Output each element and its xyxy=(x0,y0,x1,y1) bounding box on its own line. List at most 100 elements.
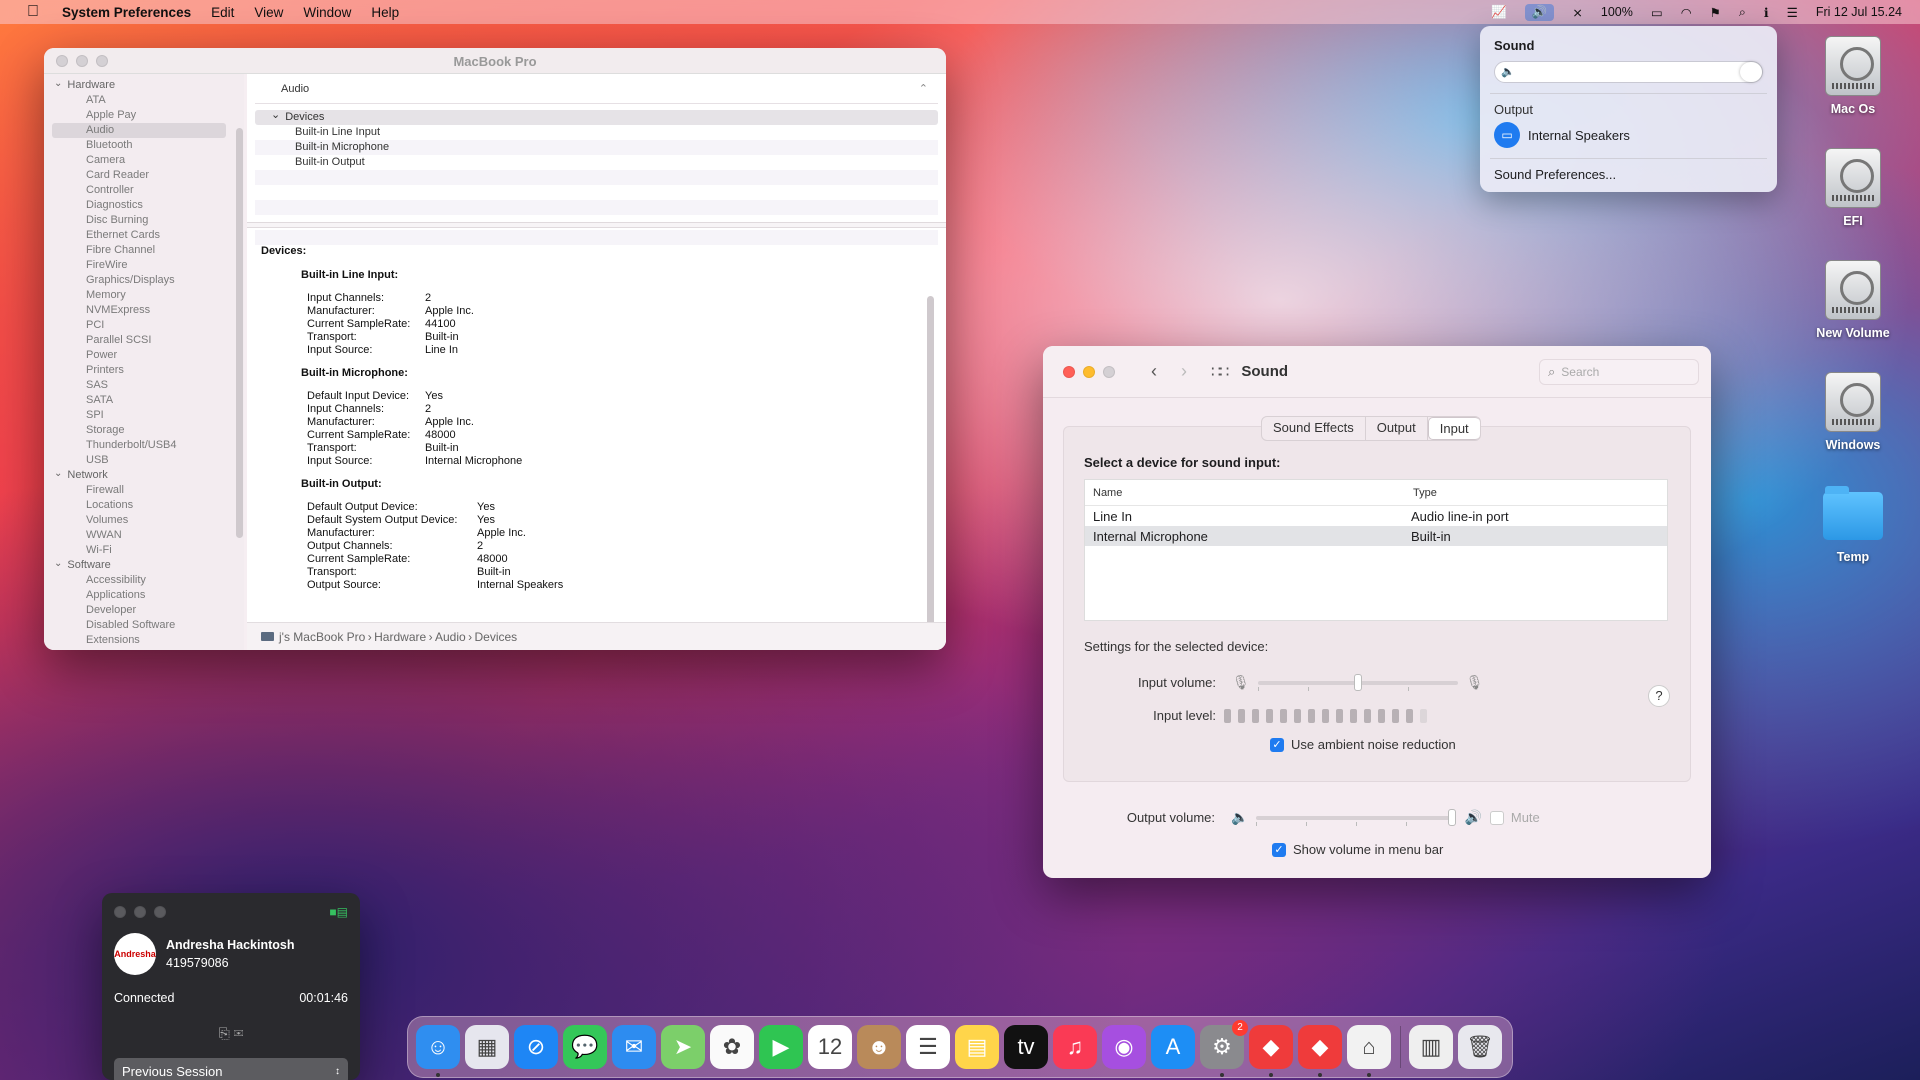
sidebar-item-firewire[interactable]: FireWire xyxy=(44,258,244,273)
wifi-icon[interactable]: ◠ xyxy=(1681,5,1692,20)
desktop-icon-windows[interactable]: Windows xyxy=(1798,372,1908,452)
minimize-button[interactable] xyxy=(134,906,146,918)
path-item[interactable]: Audio xyxy=(435,630,466,644)
anydesk-2-icon[interactable]: ◆ xyxy=(1298,1025,1342,1077)
sidebar-item-memory[interactable]: Memory xyxy=(44,288,244,303)
menu-window[interactable]: Window xyxy=(303,5,351,20)
volume-slider[interactable]: 🔈 xyxy=(1494,61,1763,83)
output-volume-slider[interactable] xyxy=(1256,808,1457,826)
input-volume-thumb[interactable] xyxy=(1353,673,1362,691)
desktop-icon-mac-os[interactable]: Mac Os xyxy=(1798,36,1908,116)
sidebar-item-thunderbolt-usb4[interactable]: Thunderbolt/USB4 xyxy=(44,438,244,453)
menu-view[interactable]: View xyxy=(254,5,283,20)
sidebar-item-firewall[interactable]: Firewall xyxy=(44,483,244,498)
file-transfer-icon[interactable]: ⎘ xyxy=(219,1025,230,1041)
chevron-up-icon[interactable]: ⌃ xyxy=(919,82,928,95)
desktop-icon-efi[interactable]: EFI xyxy=(1798,148,1908,228)
music-icon[interactable]: ♫ xyxy=(1053,1025,1097,1069)
sidebar-item-usb[interactable]: USB xyxy=(44,453,244,468)
sidebar-item-diagnostics[interactable]: Diagnostics xyxy=(44,198,244,213)
flag-icon[interactable]: ⚑ xyxy=(1710,5,1721,20)
table-row[interactable]: Line In Audio line-in port xyxy=(1085,506,1667,526)
sidebar-item-extensions[interactable]: Extensions xyxy=(44,633,244,648)
sidebar-item-audio[interactable]: Audio xyxy=(52,123,226,138)
apple-icon[interactable]:  xyxy=(20,3,46,21)
tree-item[interactable]: Built-in Microphone xyxy=(255,140,938,155)
sidebar-item-fibre-channel[interactable]: Fibre Channel xyxy=(44,243,244,258)
reminders-icon[interactable]: ☰ xyxy=(906,1025,950,1069)
sidebar-item-power[interactable]: Power xyxy=(44,348,244,363)
sidebar-item-ata[interactable]: ATA xyxy=(44,93,244,108)
search-icon[interactable]: ⌕ xyxy=(1739,5,1746,20)
launchpad-icon[interactable]: ▦ xyxy=(465,1025,509,1069)
tab-sound-effects[interactable]: Sound Effects xyxy=(1262,417,1366,440)
calendar-icon[interactable]: 12 xyxy=(808,1025,852,1069)
desktop-icon-new-volume[interactable]: New Volume xyxy=(1798,260,1908,340)
output-volume-thumb[interactable] xyxy=(1448,808,1457,826)
sidebar-item-nvmexpress[interactable]: NVMExpress xyxy=(44,303,244,318)
sidebar-item-ethernet-cards[interactable]: Ethernet Cards xyxy=(44,228,244,243)
finder-icon[interactable]: ☺ xyxy=(416,1025,460,1077)
sidebar-group-network[interactable]: Network xyxy=(44,468,244,483)
column-header-type[interactable]: Type xyxy=(1405,487,1635,499)
sidebar-item-sata[interactable]: SATA xyxy=(44,393,244,408)
archive-icon[interactable]: ▥ xyxy=(1409,1025,1453,1069)
session-select[interactable]: Previous Session ↕ xyxy=(114,1058,348,1080)
anydesk-icon[interactable]: ◆ xyxy=(1249,1025,1293,1077)
menubar-clock[interactable]: Fri 12 Jul 15.24 xyxy=(1816,5,1902,19)
checkbox-checked[interactable]: ✓ xyxy=(1270,737,1284,752)
path-item[interactable]: Devices xyxy=(475,630,518,644)
menu-help[interactable]: Help xyxy=(371,5,399,20)
contacts-icon[interactable]: ☻ xyxy=(857,1025,901,1069)
sidebar-scrollbar[interactable] xyxy=(236,128,243,538)
column-header-name[interactable]: Name xyxy=(1085,487,1405,499)
sidebar-item-wi-fi[interactable]: Wi-Fi xyxy=(44,543,244,558)
sidebar-item-developer[interactable]: Developer xyxy=(44,603,244,618)
messages-icon[interactable]: 💬 xyxy=(563,1025,607,1069)
control-center-icon[interactable]: ☰ xyxy=(1787,5,1798,20)
checkbox-checked[interactable]: ✓ xyxy=(1272,842,1286,857)
activity-icon[interactable]: 📈 xyxy=(1491,5,1507,20)
help-button[interactable]: ? xyxy=(1648,685,1670,707)
system-preferences-icon[interactable]: ⚙ 2 xyxy=(1200,1020,1248,1077)
safari-icon[interactable]: ⊘ xyxy=(514,1025,558,1069)
menu-edit[interactable]: Edit xyxy=(211,5,234,20)
sidebar-item-accessibility[interactable]: Accessibility xyxy=(44,573,244,588)
sidebar-group-hardware[interactable]: Hardware xyxy=(44,78,244,93)
path-item[interactable]: Hardware xyxy=(374,630,426,644)
split-divider[interactable] xyxy=(247,222,946,228)
minimize-button[interactable] xyxy=(1083,365,1095,378)
mail-icon[interactable]: ✉ xyxy=(612,1025,656,1069)
sidebar-item-spi[interactable]: SPI xyxy=(44,408,244,423)
volume-slider-knob[interactable] xyxy=(1740,62,1762,82)
notes-icon[interactable]: ▤ xyxy=(955,1025,999,1069)
sidebar-item-graphics-displays[interactable]: Graphics/Displays xyxy=(44,273,244,288)
sidebar-item-applications[interactable]: Applications xyxy=(44,588,244,603)
sidebar-item-disabled-software[interactable]: Disabled Software xyxy=(44,618,244,633)
battery-icon[interactable]: ▭ xyxy=(1651,5,1663,20)
sidebar-item-disc-burning[interactable]: Disc Burning xyxy=(44,213,244,228)
menu-app-name[interactable]: System Preferences xyxy=(62,5,191,20)
sidebar-item-locations[interactable]: Locations xyxy=(44,498,244,513)
zoom-button[interactable] xyxy=(154,906,166,918)
sound-preferences-link[interactable]: Sound Preferences... xyxy=(1494,167,1763,182)
forward-button[interactable]: › xyxy=(1181,361,1187,382)
ambient-noise-checkbox[interactable]: ✓ Use ambient noise reduction xyxy=(1270,737,1456,752)
desktop-icon-temp[interactable]: Temp xyxy=(1798,486,1908,564)
battery-percent[interactable]: 100% xyxy=(1601,5,1633,19)
table-row-selected[interactable]: Internal Microphone Built-in xyxy=(1085,526,1667,546)
search-field[interactable]: ⌕ Search xyxy=(1539,358,1699,385)
tab-input[interactable]: Input xyxy=(1427,417,1480,440)
show-all-grid-icon[interactable]: ∷∷ xyxy=(1211,362,1229,382)
trash-icon[interactable]: 🗑 xyxy=(1458,1025,1502,1069)
sidebar-item-sas[interactable]: SAS xyxy=(44,378,244,393)
input-volume-slider[interactable] xyxy=(1257,673,1458,691)
tree-group-devices[interactable]: Devices xyxy=(255,110,938,125)
photos-icon[interactable]: ✿ xyxy=(710,1025,754,1069)
system-information-icon[interactable]: ⌂ xyxy=(1347,1025,1391,1077)
maps-icon[interactable]: ➤ xyxy=(661,1025,705,1069)
checkbox-unchecked[interactable] xyxy=(1489,810,1504,825)
sidebar-group-software[interactable]: Software xyxy=(44,558,244,573)
sidebar-item-card-reader[interactable]: Card Reader xyxy=(44,168,244,183)
zoom-button[interactable] xyxy=(1103,365,1115,378)
